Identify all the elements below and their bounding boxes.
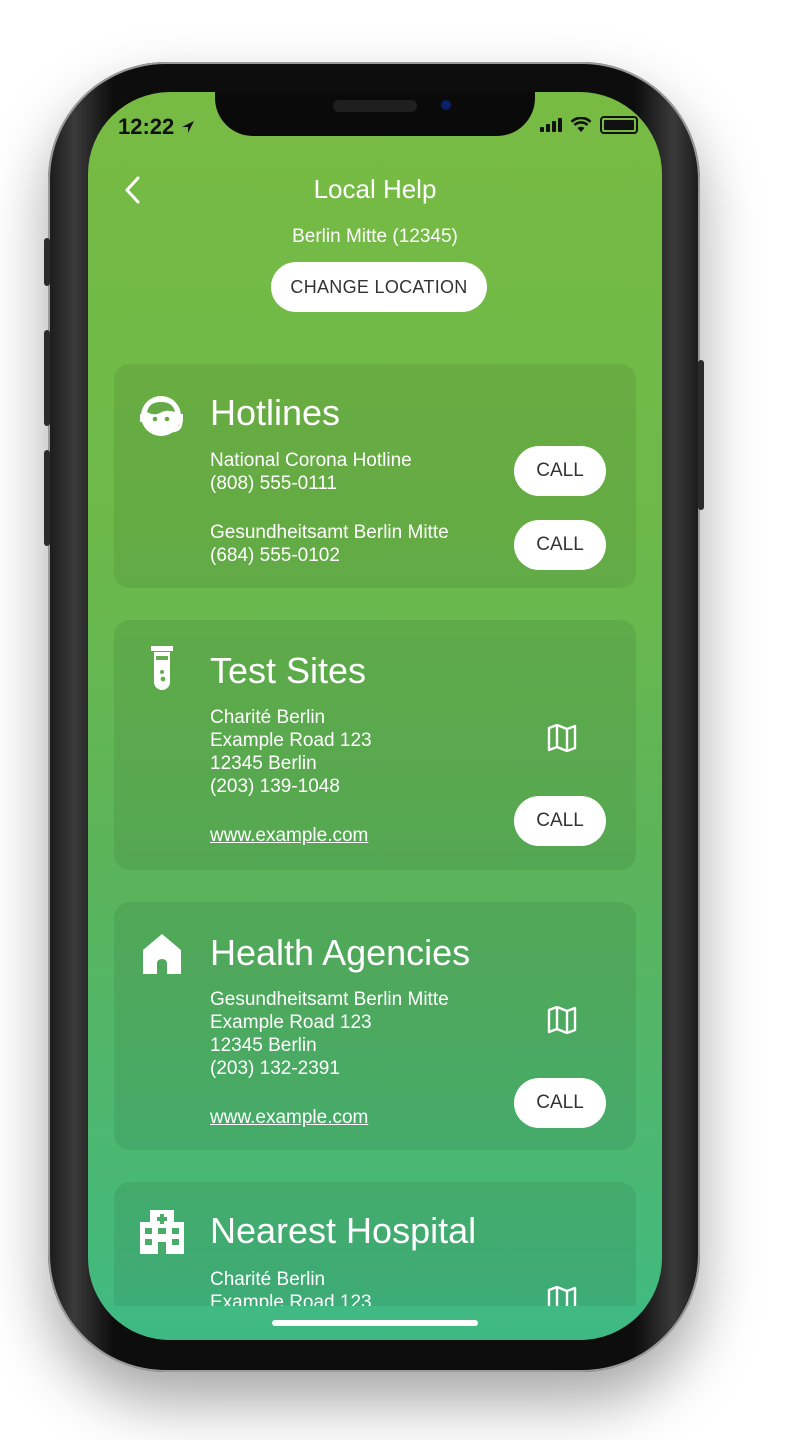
page-title: Local Help	[313, 174, 437, 204]
hotlines-title: Hotlines	[210, 392, 341, 433]
front-camera	[441, 100, 451, 110]
wifi-icon	[570, 117, 592, 132]
current-location: Berlin Mitte (12345)	[292, 226, 458, 247]
site-phone: (203) 139-1048	[210, 776, 340, 797]
call-button-national-hotline[interactable]: CALL	[514, 446, 606, 496]
status-time: 12:22	[118, 114, 196, 140]
status-time-text: 12:22	[118, 114, 175, 139]
hotlines-card: Hotlines National Corona Hotline (808) 5…	[114, 364, 636, 588]
health-agencies-card: Health Agencies Gesundheitsamt Berlin Mi…	[114, 902, 636, 1150]
agency-city: 12345 Berlin	[210, 1035, 317, 1056]
power-button	[698, 360, 704, 510]
house-icon	[143, 934, 181, 974]
map-icon[interactable]	[547, 724, 577, 752]
agency-website-link[interactable]: www.example.com	[210, 1106, 368, 1129]
health-agencies-title: Health Agencies	[210, 932, 471, 973]
hotline-phone: (808) 555-0111	[210, 473, 338, 494]
signal-icon	[540, 118, 562, 132]
device-notch	[215, 92, 535, 136]
site-street: Example Road 123	[210, 730, 372, 751]
nearest-hospital-title: Nearest Hospital	[210, 1210, 477, 1251]
agency-phone: (203) 132-2391	[210, 1058, 340, 1079]
hotline-phone: (684) 555-0102	[210, 545, 340, 566]
speaker-grille	[333, 100, 417, 112]
battery-icon	[600, 116, 638, 134]
agency-name: Gesundheitsamt Berlin Mitte	[210, 989, 449, 1010]
hospital-name: Charité Berlin	[210, 1269, 326, 1290]
call-button-health-agency[interactable]: CALL	[514, 1078, 606, 1128]
site-name: Charité Berlin	[210, 707, 326, 728]
call-button-gesundheitsamt[interactable]: CALL	[514, 520, 606, 570]
test-tube-icon	[151, 646, 173, 690]
test-sites-card: Test Sites Charité Berlin Example Road 1…	[114, 620, 636, 870]
hotline-name: National Corona Hotline	[210, 450, 412, 471]
hotline-name: Gesundheitsamt Berlin Mitte	[210, 522, 449, 543]
change-location-button[interactable]: CHANGE LOCATION	[271, 262, 487, 312]
app-screen: 12:22 Local Help Berlin Mitte (12345) CH…	[88, 92, 662, 1340]
volume-up-button	[44, 330, 50, 426]
mute-switch	[44, 238, 50, 286]
hospital-building-icon	[140, 1210, 184, 1254]
site-website-link[interactable]: www.example.com	[210, 824, 368, 847]
map-icon[interactable]	[547, 1006, 577, 1034]
agency-street: Example Road 123	[210, 1012, 372, 1033]
navigation-arrow-icon	[182, 121, 195, 133]
home-indicator[interactable]	[272, 1320, 478, 1326]
status-icons	[540, 116, 638, 134]
headset-person-icon	[140, 396, 183, 436]
call-button-test-site[interactable]: CALL	[514, 796, 606, 846]
test-sites-title: Test Sites	[210, 650, 367, 691]
volume-down-button	[44, 450, 50, 546]
site-city: 12345 Berlin	[210, 753, 317, 774]
